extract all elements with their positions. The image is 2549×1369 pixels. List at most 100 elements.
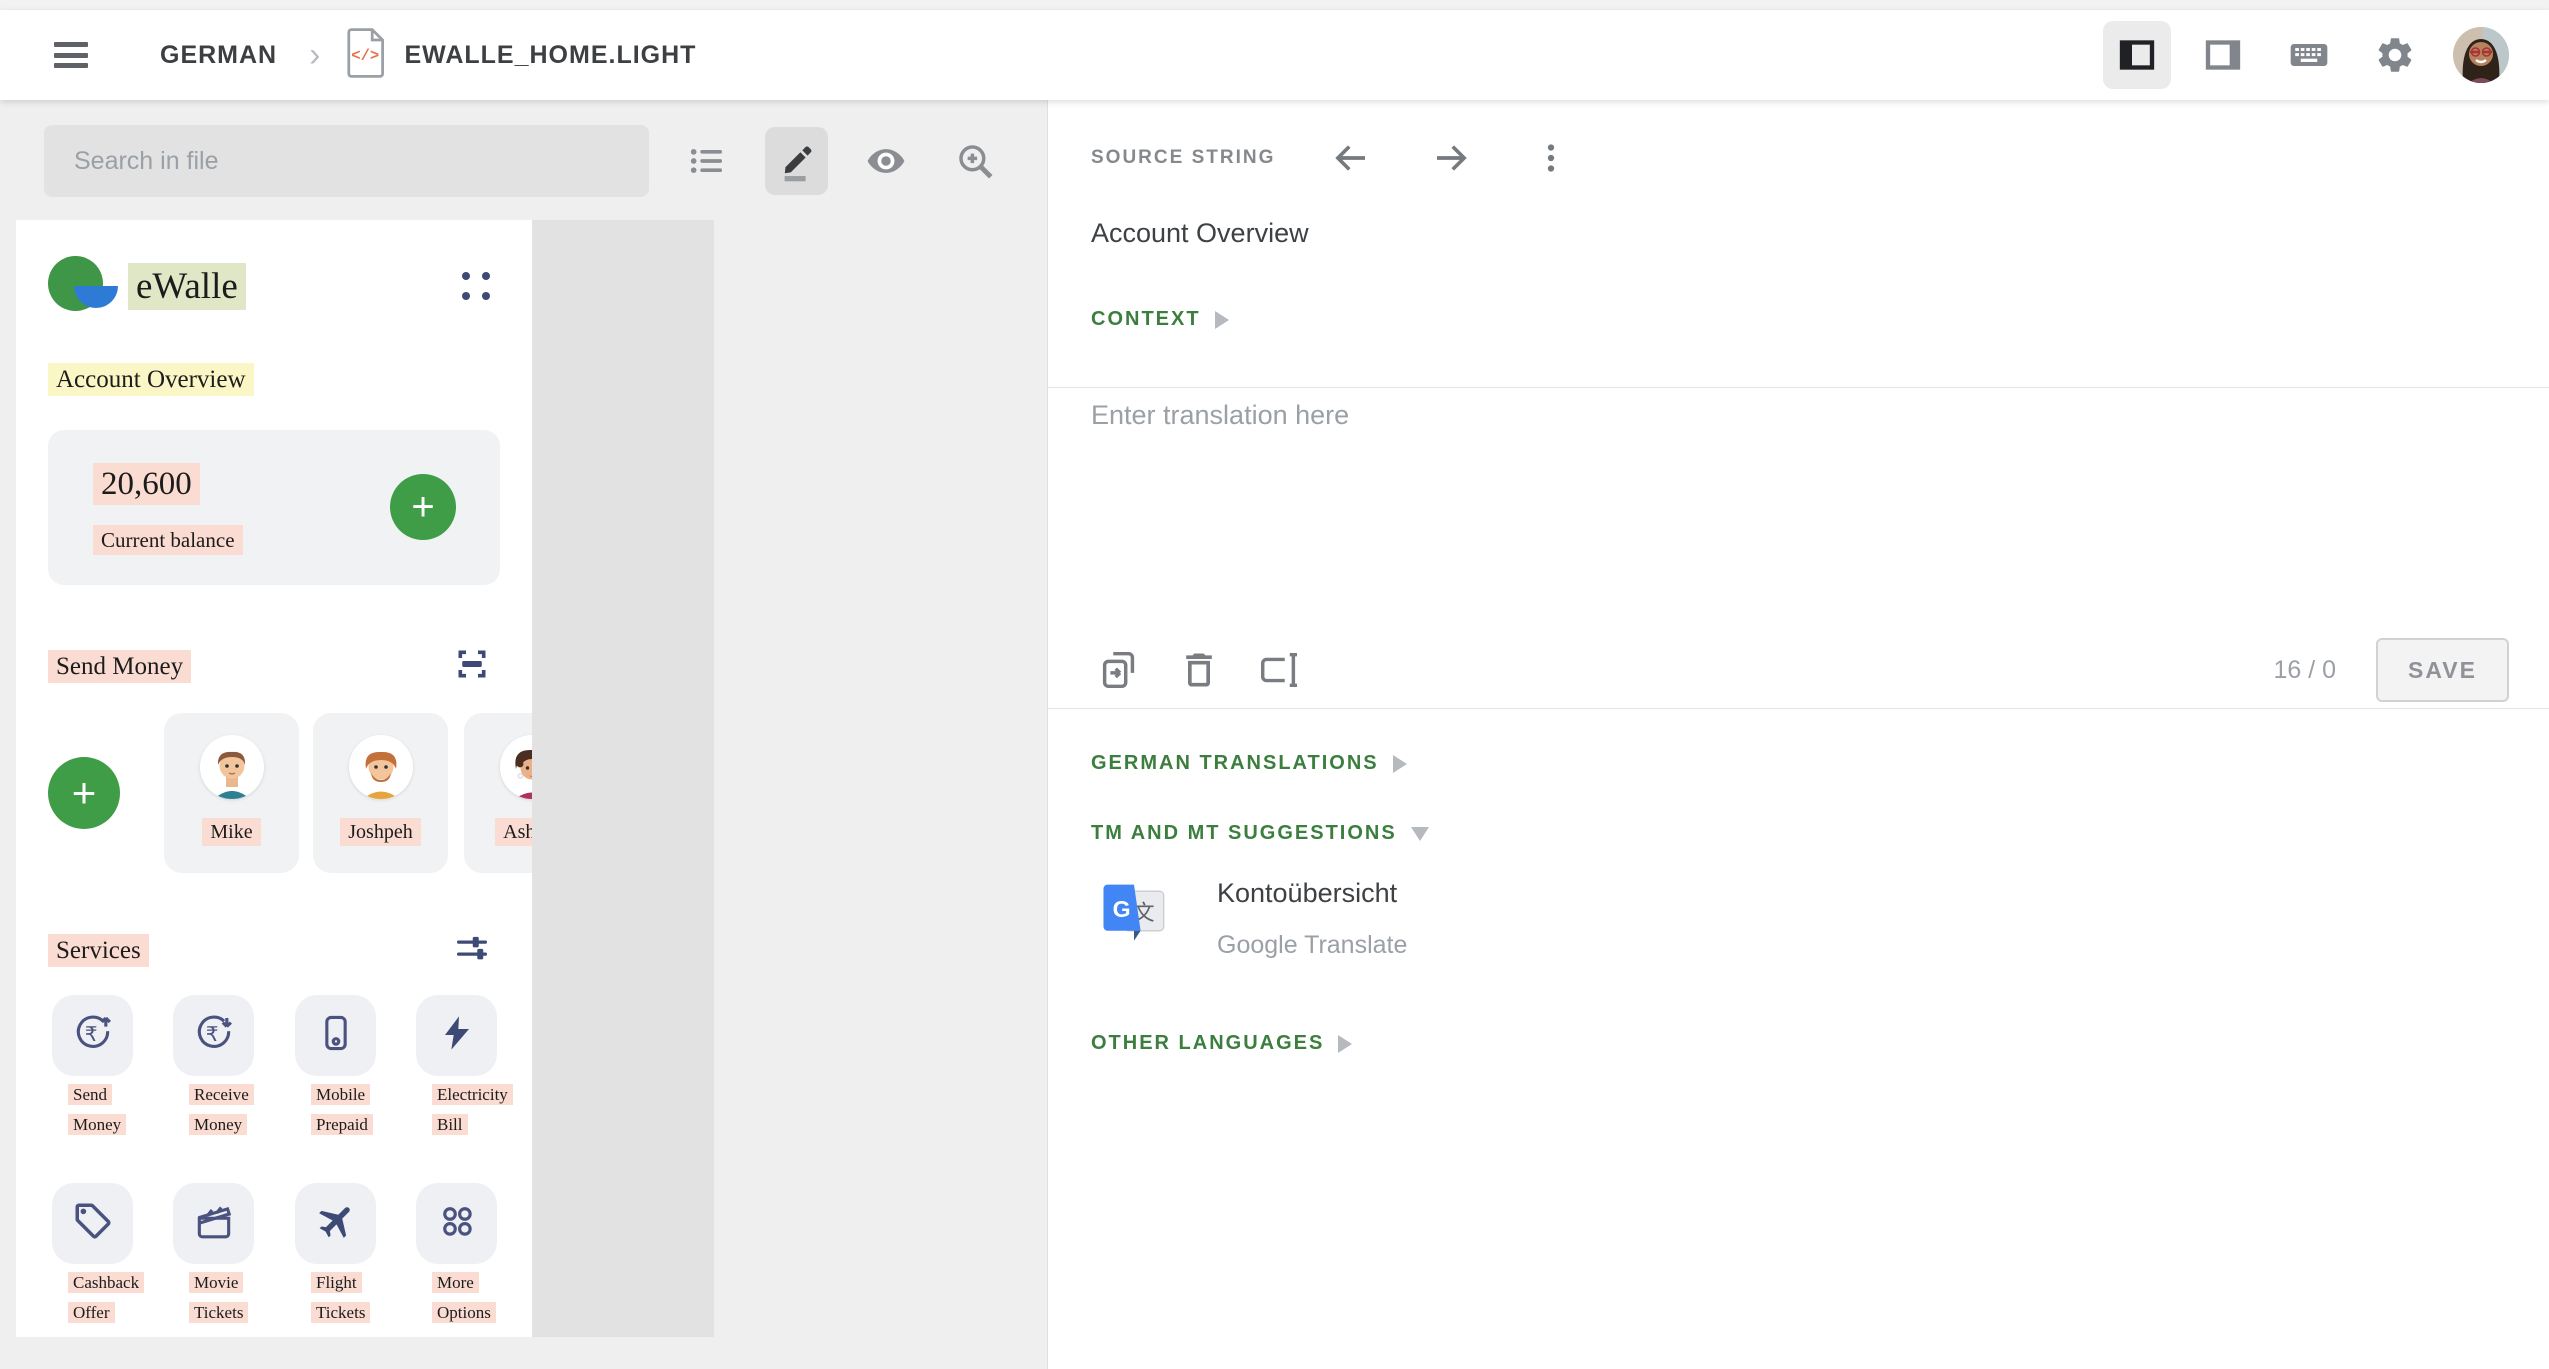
tm-mt-label: TM AND MT SUGGESTIONS: [1091, 822, 1397, 845]
breadcrumb[interactable]: GERMAN: [160, 41, 277, 70]
contact-avatar-ashley: [500, 735, 533, 799]
filter-sliders-icon: [454, 930, 490, 971]
send-money-icon: ₹: [71, 1011, 115, 1060]
string-list-button[interactable]: [675, 127, 738, 195]
file-code-icon: </>: [346, 27, 388, 84]
balance-card: 20,600 Current balance +: [48, 430, 500, 585]
string-service-label[interactable]: Send Money: [68, 1084, 126, 1135]
service-tile-send-money[interactable]: ₹: [52, 995, 133, 1076]
breadcrumb-chevron-icon: ›: [309, 36, 320, 75]
copy-source-button[interactable]: [1091, 642, 1147, 698]
add-balance-button[interactable]: +: [390, 474, 456, 540]
string-service-label[interactable]: Electricity Bill: [432, 1084, 513, 1135]
context-toggle[interactable]: CONTEXT: [1091, 308, 1229, 331]
service-tile-more[interactable]: [416, 1183, 497, 1264]
german-translations-label: GERMAN TRANSLATIONS: [1091, 752, 1379, 775]
translation-area: [1091, 400, 2489, 628]
svg-text:₹: ₹: [205, 1022, 218, 1046]
window-top-edge: [0, 0, 2549, 10]
string-app-name[interactable]: eWalle: [128, 263, 246, 310]
context-label: CONTEXT: [1091, 308, 1201, 331]
layout-left-panel-button[interactable]: [2103, 21, 2171, 89]
string-service-label[interactable]: Cashback Offer: [68, 1272, 144, 1323]
string-current-balance[interactable]: Current balance: [93, 525, 243, 555]
airplane-icon: [314, 1199, 358, 1248]
save-button[interactable]: SAVE: [2376, 638, 2509, 702]
preview-panel: eWalle Account Overview 20,600 Current b…: [0, 100, 1047, 1369]
edit-mode-button[interactable]: [765, 127, 828, 195]
suggestion-source: Google Translate: [1217, 931, 1407, 960]
contact-avatar-joshpeh: [349, 735, 413, 799]
string-account-overview[interactable]: Account Overview: [48, 363, 254, 396]
keyboard-shortcuts-button[interactable]: [2275, 21, 2343, 89]
svg-text:G: G: [1113, 896, 1131, 922]
suggestion-text[interactable]: Kontoübersicht: [1217, 878, 1407, 909]
string-contact-name[interactable]: Mike: [202, 818, 260, 846]
tm-mt-suggestions-toggle[interactable]: TM AND MT SUGGESTIONS: [1091, 822, 1429, 845]
previous-string-button[interactable]: [1327, 134, 1375, 182]
ewalle-logo: [48, 256, 112, 316]
add-contact-button[interactable]: +: [48, 757, 120, 829]
divider: [1048, 708, 2549, 709]
translation-input[interactable]: [1091, 400, 2489, 628]
service-tile-movie[interactable]: [173, 1183, 254, 1264]
char-counter: 16 / 0: [2273, 656, 2336, 685]
triangle-right-icon: [1393, 755, 1407, 773]
search-row: [44, 122, 1007, 200]
user-avatar[interactable]: [2453, 27, 2509, 83]
svg-text:₹: ₹: [84, 1022, 97, 1046]
string-services[interactable]: Services: [48, 934, 149, 967]
string-service-label[interactable]: Mobile Prepaid: [311, 1084, 373, 1135]
layout-right-panel-button[interactable]: [2189, 21, 2257, 89]
more-options-icon: [436, 1200, 478, 1247]
source-string-label: SOURCE STRING: [1091, 147, 1275, 169]
string-balance[interactable]: 20,600: [93, 463, 200, 505]
contact-card[interactable]: Ashley: [464, 713, 532, 873]
source-string-text: Account Overview: [1091, 218, 1309, 249]
string-contact-name[interactable]: Ashley: [495, 818, 532, 846]
hamburger-menu-icon[interactable]: [54, 42, 88, 68]
receive-money-icon: ₹: [192, 1011, 236, 1060]
service-tile-cashback[interactable]: [52, 1183, 133, 1264]
file-title: EWALLE_HOME.LIGHT: [404, 41, 696, 70]
top-bar: GERMAN › </> EWALLE_HOME.LIGHT: [0, 10, 2549, 100]
preview-eye-button[interactable]: [854, 127, 917, 195]
service-tile-flight[interactable]: [295, 1183, 376, 1264]
clapperboard-icon: [192, 1199, 236, 1248]
divider: [1048, 387, 2549, 388]
german-translations-toggle[interactable]: GERMAN TRANSLATIONS: [1091, 752, 1407, 775]
scan-icon: [454, 646, 490, 687]
svg-text:</>: </>: [352, 46, 380, 64]
delete-translation-button[interactable]: [1171, 642, 1227, 698]
search-input[interactable]: [44, 125, 649, 197]
string-service-label[interactable]: Flight Tickets: [311, 1272, 370, 1323]
contact-card[interactable]: Mike: [164, 713, 299, 873]
source-header-row: SOURCE STRING: [1091, 134, 2487, 182]
kebab-menu-icon[interactable]: [1527, 134, 1575, 182]
string-contact-name[interactable]: Joshpeh: [340, 818, 420, 846]
contact-card[interactable]: Joshpeh: [313, 713, 448, 873]
string-send-money[interactable]: Send Money: [48, 650, 191, 683]
other-languages-toggle[interactable]: OTHER LANGUAGES: [1091, 1032, 1352, 1055]
triangle-right-icon: [1215, 311, 1229, 329]
app-window: GERMAN › </> EWALLE_HOME.LIGHT: [0, 0, 2549, 1369]
ewalle-app-preview: eWalle Account Overview 20,600 Current b…: [16, 220, 532, 1337]
contacts-row: +: [48, 713, 532, 873]
insert-placeholder-button[interactable]: [1251, 642, 1307, 698]
string-service-label[interactable]: More Options: [432, 1272, 496, 1323]
next-string-button[interactable]: [1427, 134, 1475, 182]
preview-canvas: eWalle Account Overview 20,600 Current b…: [16, 220, 714, 1337]
service-tile-receive-money[interactable]: ₹: [173, 995, 254, 1076]
string-service-label[interactable]: Receive Money: [189, 1084, 254, 1135]
service-tile-mobile-prepaid[interactable]: [295, 995, 376, 1076]
triangle-right-icon: [1338, 1035, 1352, 1053]
string-service-label[interactable]: Movie Tickets: [189, 1272, 248, 1323]
lightning-bolt-icon: [437, 1013, 477, 1058]
triangle-down-icon: [1411, 827, 1429, 841]
settings-gear-button[interactable]: [2361, 21, 2429, 89]
mt-suggestion-row[interactable]: 文 G Kontoübersicht Google Translate: [1101, 878, 1407, 960]
mobile-phone-icon: [314, 1011, 358, 1060]
zoom-in-button[interactable]: [944, 127, 1007, 195]
menu-dots-icon: [462, 272, 490, 300]
service-tile-electricity[interactable]: [416, 995, 497, 1076]
